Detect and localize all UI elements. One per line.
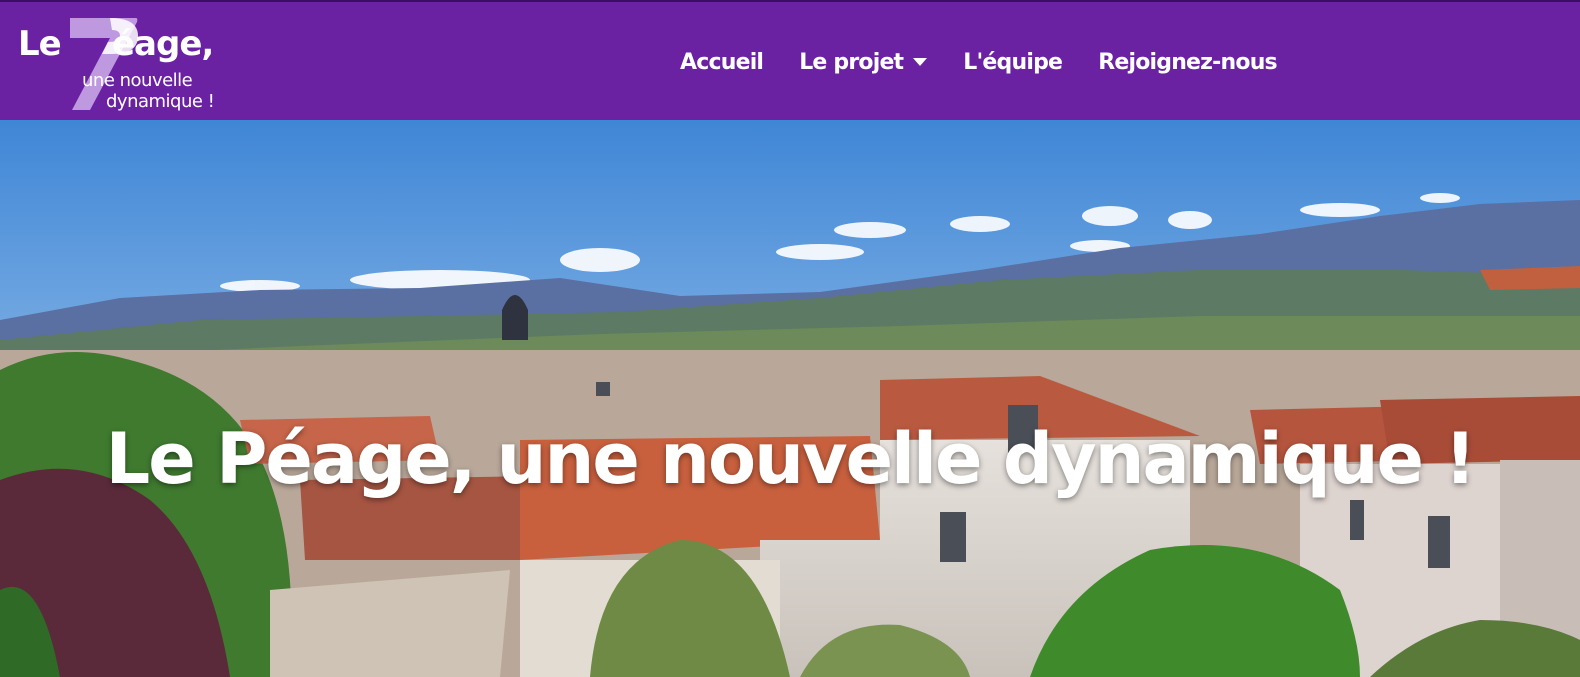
logo-text-le: Le [18,24,62,64]
nav-rejoignez-nous[interactable]: Rejoignez-nous [1098,50,1277,75]
nav-accueil[interactable]: Accueil [680,49,764,75]
hero-banner: Le Péage, une nouvelle dynamique ! [0,120,1580,677]
nav-le-projet-label: Le projet [799,49,904,75]
site-logo[interactable]: Le éage, une nouvelle dynamique ! [14,12,224,114]
nav-le-projet-dropdown[interactable]: Le projet [799,49,928,75]
logo-text-eage: éage, [112,24,214,64]
nav-rejoignez-label: Rejoignez-nous [1098,49,1277,75]
nav-accueil-label: Accueil [680,49,764,75]
hero-town-panorama-image [0,120,1580,677]
logo-tagline-2: dynamique ! [106,91,215,112]
top-navbar: Le éage, une nouvelle dynamique ! Accuei… [0,0,1580,120]
logo-tagline-1: une nouvelle [82,70,193,91]
main-nav: Accueil Le projet L'équipe Rejoignez-nou… [680,46,1313,78]
nav-equipe-label: L'équipe [963,49,1063,75]
nav-equipe[interactable]: L'équipe [963,49,1063,75]
caret-down-icon [913,58,928,66]
hero-title: Le Péage, une nouvelle dynamique ! [105,418,1477,500]
